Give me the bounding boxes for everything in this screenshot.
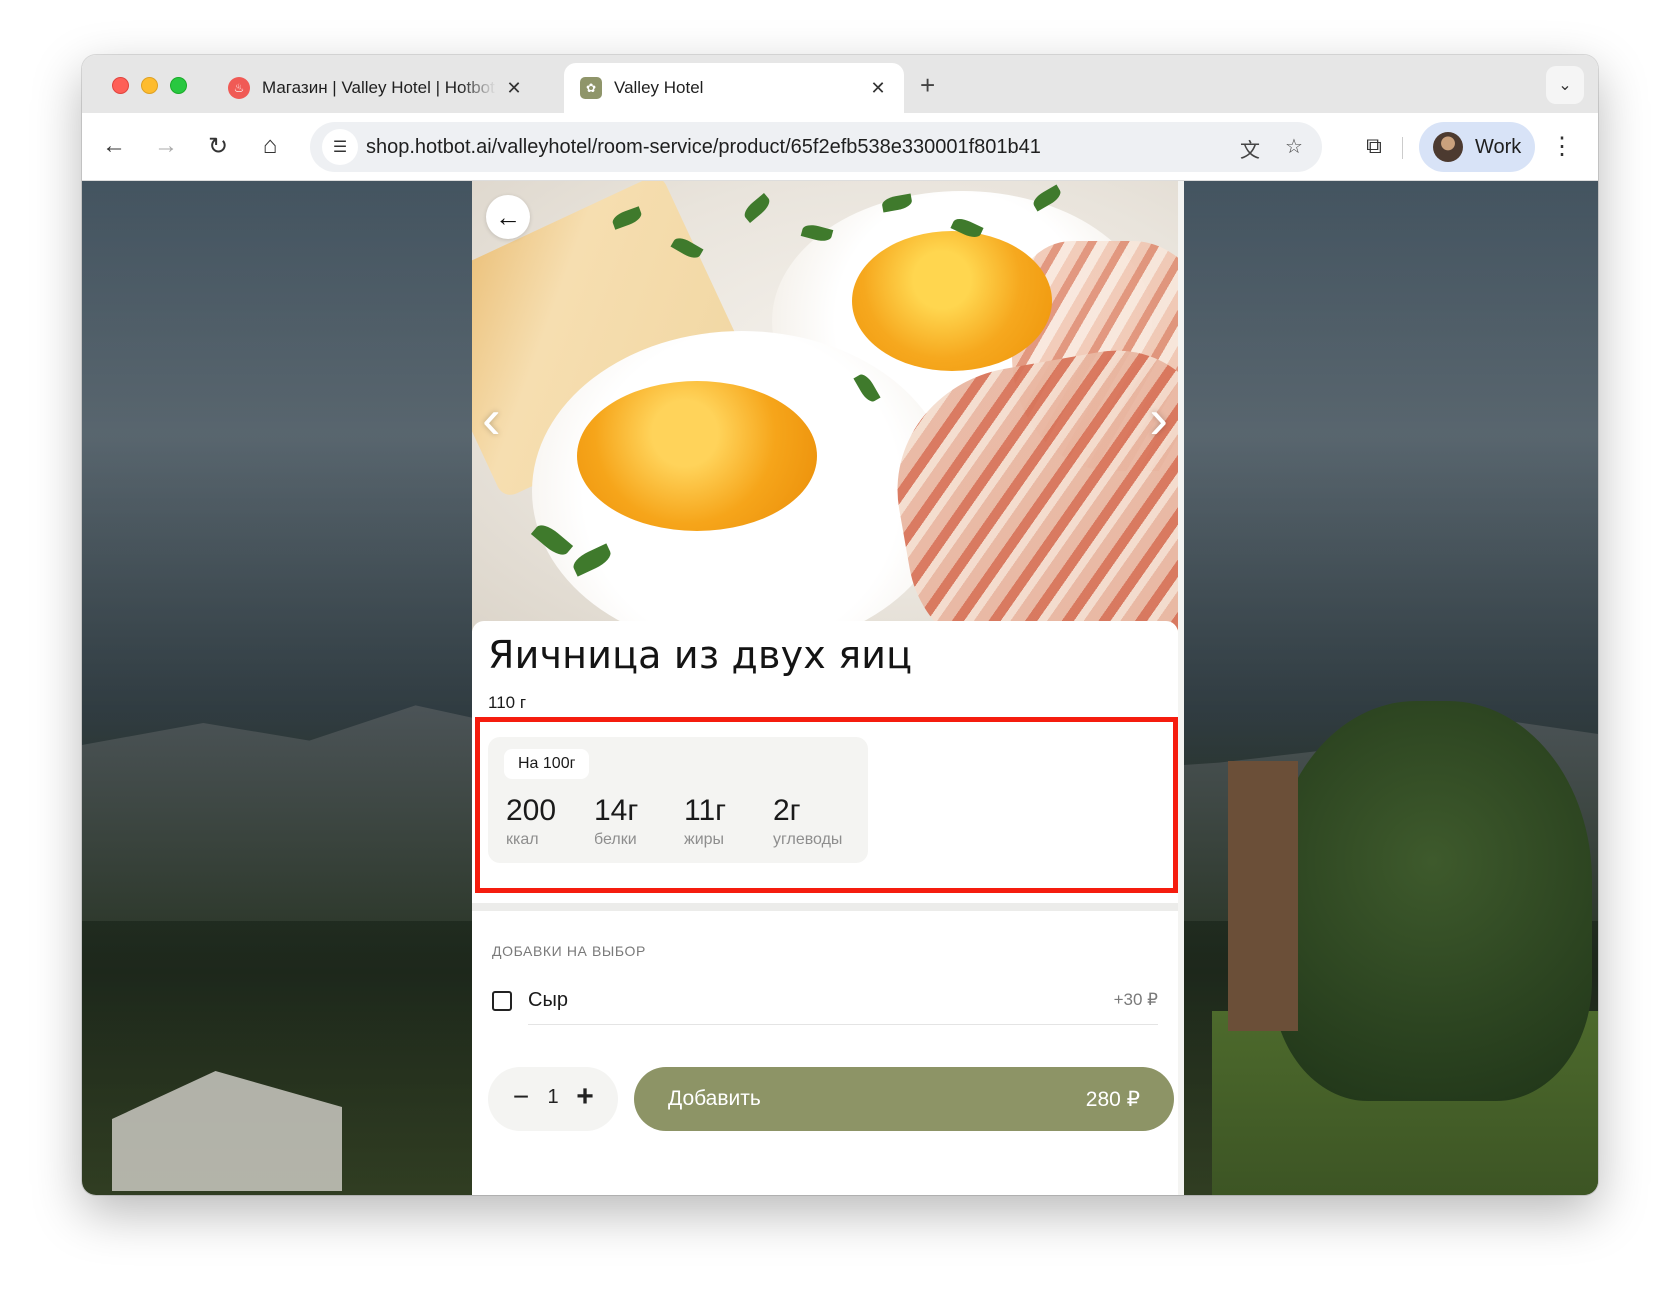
close-tab-icon[interactable]: ✕ (504, 78, 524, 99)
minus-icon[interactable]: − (506, 1082, 536, 1112)
carousel-dot[interactable] (806, 599, 816, 609)
more-menu-icon[interactable]: ⋮ (1544, 128, 1580, 164)
product-image-carousel[interactable]: ← ‹ › (472, 181, 1178, 631)
valley-hotel-logo-icon: ✿ (580, 77, 602, 99)
new-tab-button[interactable]: + (920, 72, 935, 98)
carousel-dots (806, 599, 832, 609)
option-price: +30 ₽ (1113, 990, 1158, 1009)
avatar (1433, 132, 1463, 162)
tab-title: Магазин | Valley Hotel | Hotbot (262, 78, 495, 97)
product-panel: ← ‹ › Яичница из двух яиц 110 г На 100г … (472, 181, 1184, 1195)
add-to-cart-button[interactable]: Добавить 280 ₽ (634, 1067, 1174, 1131)
option-checkbox[interactable] (492, 991, 512, 1011)
reload-icon[interactable]: ↻ (200, 128, 236, 164)
section-divider (472, 903, 1178, 911)
quantity-value: 1 (547, 1086, 559, 1108)
herb-leaf (741, 192, 773, 224)
tab-search-chevron-icon[interactable]: ⌄ (1546, 66, 1584, 104)
back-button[interactable]: ← (486, 195, 530, 239)
carousel-next-icon[interactable]: › (1149, 391, 1168, 447)
profile-button[interactable]: Work (1419, 122, 1535, 172)
plus-icon[interactable]: + (570, 1082, 600, 1112)
options-title: ДОБАВКИ НА ВЫБОР (492, 943, 646, 959)
tab-valley-hotel[interactable]: ✿ Valley Hotel ✕ (564, 63, 904, 113)
page-content: ← ‹ › Яичница из двух яиц 110 г На 100г … (82, 181, 1598, 1195)
product-weight: 110 г (488, 693, 527, 712)
maximize-window-button[interactable] (170, 77, 187, 94)
close-tab-icon[interactable]: ✕ (868, 78, 888, 99)
home-icon[interactable]: ⌂ (252, 128, 288, 164)
hotbot-flame-icon: ♨ (228, 77, 250, 99)
add-button-price: 280 ₽ (1085, 1087, 1140, 1111)
option-divider (528, 1024, 1158, 1025)
browser-toolbar: ← → ↻ ⌂ ☰ shop.hotbot.ai/valleyhotel/roo… (82, 113, 1598, 181)
extensions-puzzle-icon[interactable]: ⧉ (1356, 128, 1392, 164)
egg-yolk-shape (577, 381, 817, 531)
quantity-stepper: − 1 + (488, 1067, 618, 1131)
site-settings-icon[interactable]: ☰ (322, 129, 358, 165)
bookmark-star-icon[interactable]: ☆ (1285, 134, 1303, 159)
add-button-label: Добавить (668, 1087, 761, 1110)
options-section: ДОБАВКИ НА ВЫБОР Сыр +30 ₽ − 1 + Добавит… (472, 911, 1178, 1195)
highlight-box (475, 717, 1178, 893)
carousel-dot[interactable] (822, 599, 832, 609)
tab-shop[interactable]: ♨ Магазин | Valley Hotel | Hotbot ✕ (212, 63, 540, 113)
browser-window: ♨ Магазин | Valley Hotel | Hotbot ✕ ✿ Va… (82, 55, 1598, 1195)
back-arrow-icon[interactable]: ← (96, 128, 132, 164)
product-title: Яичница из двух яиц (488, 633, 913, 677)
url-text[interactable]: shop.hotbot.ai/valleyhotel/room-service/… (366, 136, 1041, 159)
option-row-cheese[interactable]: Сыр +30 ₽ (492, 977, 1158, 1025)
background-tree (1272, 701, 1592, 1101)
egg-yolk-shape (852, 231, 1052, 371)
toolbar-divider (1402, 137, 1403, 159)
minimize-window-button[interactable] (141, 77, 158, 94)
translate-icon[interactable]: 文 (1240, 134, 1260, 163)
product-info-card: Яичница из двух яиц 110 г На 100г 200 кк… (472, 621, 1178, 903)
option-label: Сыр (528, 989, 568, 1011)
close-window-button[interactable] (112, 77, 129, 94)
background-chalet (1228, 761, 1298, 1031)
address-bar[interactable]: ☰ shop.hotbot.ai/valleyhotel/room-servic… (310, 122, 1322, 172)
profile-label: Work (1475, 135, 1522, 158)
tab-bar: ♨ Магазин | Valley Hotel | Hotbot ✕ ✿ Va… (82, 55, 1598, 113)
forward-arrow-icon[interactable]: → (148, 128, 184, 164)
carousel-prev-icon[interactable]: ‹ (482, 391, 501, 447)
tab-title: Valley Hotel (614, 78, 704, 97)
